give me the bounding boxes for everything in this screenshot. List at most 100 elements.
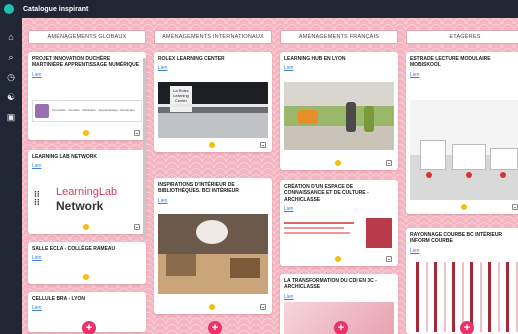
comment-icon[interactable] (386, 256, 392, 262)
card-image: La Rolex Learning Center (158, 82, 268, 138)
card-image: ⁝⁝ ⁝⁝ LearningLab Network (32, 182, 142, 218)
sidebar: ⌂ ⌕ ◷ ☯ ▣ (0, 18, 22, 334)
learninglab-logo-icon: ⁝⁝ ⁝⁝ (34, 189, 40, 207)
card-link[interactable]: Lien (406, 245, 518, 254)
card-image (284, 82, 394, 150)
app-title: Catalogue inspirant (23, 5, 89, 13)
person-shape (364, 106, 374, 132)
card-link[interactable]: Lien (154, 62, 272, 71)
board: AMÉNAGEMENTS GLOBAUX PROJET INNOVATION D… (22, 18, 518, 334)
text-line (284, 232, 350, 234)
card-link[interactable]: Lien (28, 69, 146, 78)
at-icon[interactable]: ☯ (3, 90, 19, 104)
status-dot-icon[interactable] (335, 160, 341, 166)
card-image (158, 214, 268, 294)
add-card-button[interactable]: + (208, 321, 222, 334)
card-link[interactable]: Lien (280, 62, 398, 71)
comment-icon[interactable] (260, 304, 266, 310)
thumb-icon (35, 104, 49, 118)
card-bci[interactable]: INSPIRATIONS D'INTÉRIEUR DE BIBLIOTHÈQUE… (154, 178, 272, 314)
add-card-button[interactable]: + (82, 321, 96, 334)
shelf-unit-shape (490, 148, 518, 170)
card-link[interactable]: Lien (280, 203, 398, 212)
column-scrollbar[interactable] (143, 58, 146, 238)
home-icon[interactable]: ⌂ (3, 30, 19, 44)
column-header[interactable]: AMÉNAGEMENTS GLOBAUX (28, 30, 146, 44)
card-link[interactable]: Lien (280, 291, 398, 300)
column-header[interactable]: ETAGÈRES (406, 30, 518, 44)
column-header[interactable]: AMÉNAGEMENTS FRANÇAIS (280, 30, 398, 44)
comment-icon[interactable] (512, 204, 518, 210)
column-header[interactable]: AMÉNAGEMENTS INTERNATIONAUX (154, 30, 272, 44)
column-amenagements-internationaux: AMÉNAGEMENTS INTERNATIONAUX ROLEX LEARNI… (154, 30, 272, 334)
card-estrade[interactable]: ESTRADE LECTURE MODULAIRE MOBISKOOL Lien (406, 52, 518, 214)
card-rayonnage[interactable]: RAYONNAGE COURBE BC INTÉRIEUR INFORM COU… (406, 228, 518, 334)
column-etageres: ETAGÈRES ESTRADE LECTURE MODULAIRE MOBIS… (406, 30, 518, 334)
logo-text-1: LearningLab (56, 186, 118, 198)
card-link[interactable]: Lien (154, 195, 272, 204)
card-footer (28, 273, 146, 281)
wheel-shape (426, 172, 432, 178)
shelf-shape (230, 258, 260, 278)
comment-icon[interactable] (386, 160, 392, 166)
card-link[interactable]: Lien (28, 252, 146, 261)
card-footer (280, 159, 398, 167)
search-icon[interactable]: ⌕ (3, 50, 19, 64)
card-title: ROLEX LEARNING CENTER (158, 56, 225, 62)
card-link[interactable]: Lien (28, 302, 146, 311)
card-title: PROJET INNOVATION DUCHÈRE MARTINIÈRE APP… (32, 56, 140, 69)
chair-shape (298, 110, 318, 124)
text-line (284, 227, 344, 229)
status-dot-icon[interactable] (209, 304, 215, 310)
top-bar: Catalogue inspirant (0, 0, 518, 18)
status-dot-icon[interactable] (83, 224, 89, 230)
card-title: CRÉATION D'UN ESPACE DE CONNAISSANCE ET … (284, 184, 369, 203)
add-card-button[interactable]: + (334, 321, 348, 334)
card-rolex[interactable]: ROLEX LEARNING CENTER Lien La Rolex Lear… (154, 52, 272, 152)
image-caption: Innovation · Duchère · Martinière · Appr… (52, 108, 135, 112)
play-icon[interactable]: ▣ (3, 110, 19, 124)
status-dot-icon[interactable] (83, 130, 89, 136)
card-link[interactable]: Lien (406, 69, 518, 78)
card-footer (406, 203, 518, 211)
status-dot-icon[interactable] (83, 274, 89, 280)
status-dot-icon[interactable] (461, 204, 467, 210)
card-title: SALLE ECLA - COLLÈGE RAMEAU (32, 246, 116, 252)
card-footer (28, 223, 146, 231)
comment-icon[interactable] (134, 224, 140, 230)
comment-icon[interactable] (134, 130, 140, 136)
card-text-image (284, 220, 362, 244)
wheel-shape (466, 172, 472, 178)
comment-icon[interactable] (260, 142, 266, 148)
card-footer (154, 141, 272, 149)
logo-text-2: Network (56, 199, 104, 213)
card-salle-ecla[interactable]: SALLE ECLA - COLLÈGE RAMEAU Lien (28, 242, 146, 284)
clock-icon[interactable]: ◷ (3, 70, 19, 84)
card-footer (280, 255, 398, 263)
text-line (284, 222, 354, 224)
status-dot-icon[interactable] (209, 142, 215, 148)
card-learning-lab[interactable]: LEARNING LAB NETWORK Lien ⁝⁝ ⁝⁝ LearningL… (28, 150, 146, 234)
rolex-sign: La Rolex Learning Center (170, 86, 192, 112)
building-stripe (158, 104, 268, 107)
card-image (410, 100, 518, 200)
card-title: LEARNING LAB NETWORK (32, 154, 97, 160)
card-image (366, 218, 392, 248)
status-dot-icon[interactable] (335, 256, 341, 262)
column-amenagements-francais: AMÉNAGEMENTS FRANÇAIS LEARNING HUB EN LY… (280, 30, 398, 334)
card-archiclasse-culture[interactable]: CRÉATION D'UN ESPACE DE CONNAISSANCE ET … (280, 180, 398, 266)
person-shape (346, 102, 356, 132)
card-link[interactable]: Lien (28, 160, 146, 169)
add-card-button[interactable]: + (460, 321, 474, 334)
shelf-unit-shape (420, 140, 446, 170)
app-logo-icon[interactable] (4, 4, 14, 14)
shelf-unit-shape (452, 144, 486, 170)
card-title: LA TRANSFORMATION DU CDI EN 3C - ARCHICL… (284, 278, 377, 291)
chandelier-shape (196, 220, 228, 244)
card-learning-hub[interactable]: LEARNING HUB EN LYON Lien (280, 52, 398, 170)
card-title: ESTRADE LECTURE MODULAIRE MOBISKOOL (410, 56, 491, 69)
shelf-shape (166, 254, 196, 276)
card-title: RAYONNAGE COURBE BC INTÉRIEUR INFORM COU… (410, 232, 503, 245)
card-duchere[interactable]: PROJET INNOVATION DUCHÈRE MARTINIÈRE APP… (28, 52, 146, 140)
card-image: Innovation · Duchère · Martinière · Appr… (32, 100, 142, 122)
